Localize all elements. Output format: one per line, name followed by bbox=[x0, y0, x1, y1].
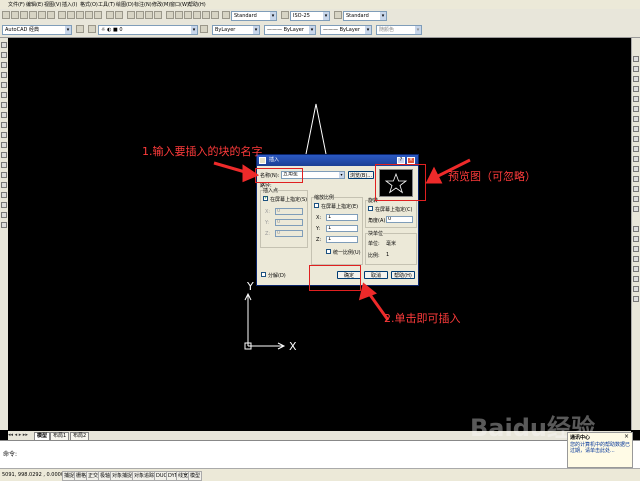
annotation-step1: 1.输入要插入的块的名字 bbox=[142, 145, 263, 158]
status-bar: 5091, 998.0292 , 0.0000 捕捉 栅格 正交 极轴 对象捕捉… bbox=[0, 468, 640, 481]
watermark-url: jingyan.baidu.com bbox=[498, 440, 572, 449]
arrow-to-name-field-head bbox=[242, 164, 260, 183]
annotation-step2: 2.单击即可插入 bbox=[384, 312, 461, 325]
tab-nav-arrows-icon[interactable]: ◂◂ ◂ ▸ ▸▸ bbox=[8, 432, 32, 439]
command-prompt: 命令: bbox=[3, 451, 18, 458]
close-icon[interactable]: × bbox=[624, 433, 629, 440]
popup-text[interactable]: 您的计算机中的帮助数据已过期，请单击此处... bbox=[570, 442, 630, 454]
popup-title: 通讯中心 bbox=[570, 435, 591, 441]
comm-center-popup[interactable]: 通讯中心 × 您的计算机中的帮助数据已过期，请单击此处... bbox=[567, 432, 633, 468]
coordinate-readout: 5091, 998.0292 , 0.0000 bbox=[2, 472, 65, 478]
arrow-to-preview-head bbox=[425, 166, 443, 184]
annotation-preview: 预览图（可忽略） bbox=[448, 170, 536, 183]
